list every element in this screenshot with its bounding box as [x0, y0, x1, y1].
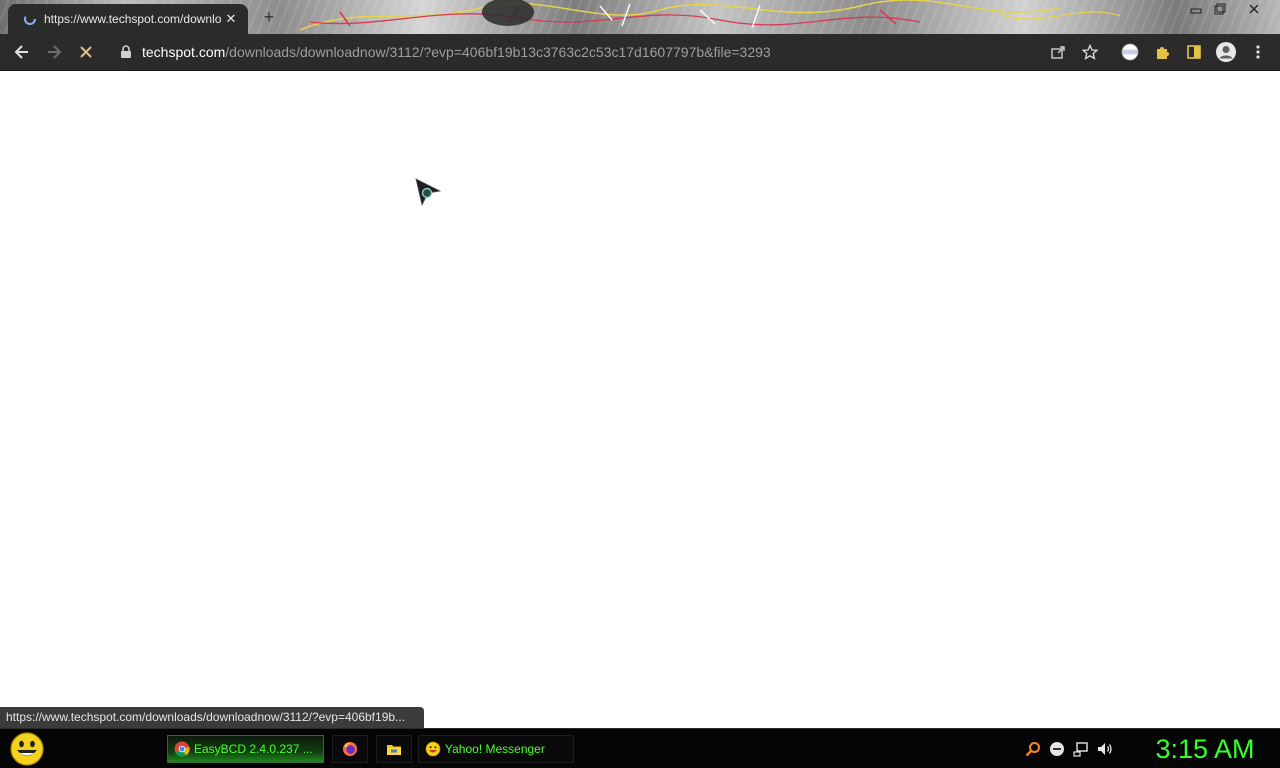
restore-button[interactable]	[1208, 0, 1232, 18]
notification-minus-icon[interactable]	[1049, 741, 1065, 757]
share-icon	[1051, 46, 1065, 59]
side-panel-icon	[1187, 45, 1201, 59]
taskbar-item-yahoo-messenger[interactable]: Yahoo! Messenger	[418, 735, 574, 763]
close-icon	[80, 46, 92, 58]
taskbar-item-firefox[interactable]	[332, 735, 368, 763]
url-host: techspot.com	[142, 44, 226, 60]
page-viewport[interactable]	[0, 71, 1280, 728]
start-button[interactable]	[8, 731, 46, 767]
extension-flag-button[interactable]	[1116, 38, 1144, 66]
minimize-icon	[1190, 8, 1202, 14]
firefox-icon	[343, 742, 357, 756]
browser-tab-active[interactable]: https://www.techspot.com/downloads/downl…	[8, 4, 248, 34]
taskbar-item-easybcd[interactable]: EasyBCD 2.4.0.237 ...	[167, 735, 324, 763]
bookmark-button[interactable]	[1076, 38, 1104, 66]
new-tab-button[interactable]: +	[258, 6, 280, 28]
lock-icon	[121, 45, 131, 58]
arrow-left-icon	[14, 45, 28, 59]
chrome-icon	[174, 741, 190, 757]
yahoo-messenger-icon	[425, 741, 441, 757]
tab-close-icon[interactable]: ✕	[222, 10, 240, 28]
puzzle-icon	[1157, 47, 1169, 59]
taskbar-item-label: EasyBCD 2.4.0.237 ...	[194, 742, 313, 756]
star-icon	[1082, 44, 1098, 60]
url-path: /downloads/downloadnow/3112/?evp=406bf19…	[225, 44, 771, 60]
profile-button[interactable]	[1212, 38, 1240, 66]
taskbar: EasyBCD 2.4.0.237 ... Yahoo! Messenger 3…	[0, 728, 1280, 768]
folder-icon	[387, 745, 401, 755]
taskbar-item-label: Yahoo! Messenger	[445, 742, 545, 756]
more-vertical-icon	[1256, 45, 1260, 59]
busy-cursor-icon	[415, 178, 442, 207]
extensions-button[interactable]	[1148, 38, 1176, 66]
desktop: https://www.techspot.com/downloads/downl…	[0, 0, 1280, 768]
network-icon[interactable]	[1073, 741, 1089, 757]
search-icon[interactable]	[1025, 741, 1041, 757]
arrow-right-icon	[48, 45, 62, 59]
status-url-bubble: https://www.techspot.com/downloads/downl…	[0, 707, 424, 728]
loading-spinner-icon	[22, 11, 38, 27]
browser-toolbar: techspot.com /downloads/downloadnow/3112…	[0, 34, 1280, 70]
forward-button[interactable]	[40, 38, 68, 66]
address-bar[interactable]: techspot.com /downloads/downloadnow/3112…	[110, 37, 1110, 67]
stop-loading-button[interactable]	[72, 38, 100, 66]
browser-menu-button[interactable]	[1244, 38, 1272, 66]
taskbar-clock[interactable]: 3:15 AM	[1140, 733, 1270, 765]
side-panel-button[interactable]	[1180, 38, 1208, 66]
smiley-start-icon	[10, 732, 44, 766]
avatar-icon	[1216, 42, 1236, 62]
share-button[interactable]	[1044, 38, 1072, 66]
restore-icon	[1214, 3, 1226, 15]
tab-strip: https://www.techspot.com/downloads/downl…	[0, 0, 1280, 34]
taskbar-item-folder[interactable]	[376, 735, 412, 763]
minimize-button[interactable]	[1184, 0, 1208, 18]
tab-title: https://www.techspot.com/downloads/downl…	[44, 12, 222, 26]
close-window-button[interactable]	[1242, 0, 1266, 18]
flag-extension-icon	[1121, 43, 1139, 61]
volume-icon[interactable]	[1097, 741, 1113, 757]
back-button[interactable]	[8, 38, 36, 66]
close-icon	[1249, 4, 1259, 14]
